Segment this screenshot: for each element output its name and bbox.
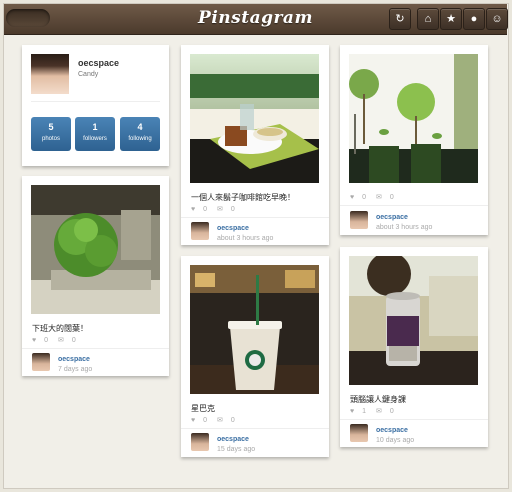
post-card[interactable]: 一個人來鬍子咖啡館吃早晚！ ♥ 0 ✉ 0 oecspace about 3 hou… bbox=[181, 45, 329, 245]
profile-card: oecspace Candy 5 photos 1 followers 4 fo… bbox=[22, 45, 169, 166]
post-time: about 3 hours ago bbox=[217, 235, 274, 242]
post-card[interactable]: 星巴克 ♥ 0 ✉ 0 oecspace 15 days ago bbox=[181, 256, 329, 457]
like-count: 0 bbox=[362, 194, 367, 201]
post-photo[interactable] bbox=[349, 54, 478, 183]
photos-label: photos bbox=[41, 136, 60, 142]
comment-icon[interactable]: ✉ bbox=[58, 337, 64, 344]
profile-display-name: Candy bbox=[78, 71, 99, 78]
avatar[interactable] bbox=[191, 433, 209, 451]
like-count: 0 bbox=[203, 206, 208, 213]
heart-icon[interactable]: ♥ bbox=[350, 408, 354, 415]
post-username[interactable]: oecspace bbox=[58, 356, 90, 363]
comment-count: 0 bbox=[230, 417, 235, 424]
like-count: 0 bbox=[44, 337, 49, 344]
post-photo[interactable] bbox=[190, 54, 319, 183]
post-username[interactable]: oecspace bbox=[217, 436, 249, 443]
user-icon[interactable]: ☺ bbox=[486, 8, 508, 30]
post-caption: 一個人來鬍子咖啡館吃早晚！ bbox=[191, 193, 295, 202]
comment-count: 0 bbox=[230, 206, 235, 213]
post-caption: 下班大的闊葉！ bbox=[32, 324, 88, 333]
post-username[interactable]: oecspace bbox=[376, 427, 408, 434]
post-time: 10 days ago bbox=[376, 437, 415, 444]
avatar[interactable] bbox=[350, 424, 368, 442]
heart-icon[interactable]: ♥ bbox=[32, 337, 36, 344]
avatar[interactable] bbox=[191, 222, 209, 240]
followers-count: 1 bbox=[92, 122, 98, 132]
comment-icon[interactable]: ✉ bbox=[217, 206, 223, 213]
like-count: 1 bbox=[362, 408, 367, 415]
pin-icon[interactable]: ● bbox=[463, 8, 485, 30]
post-photo[interactable] bbox=[349, 256, 478, 385]
followers-stat-button[interactable]: 1 followers bbox=[75, 117, 115, 151]
divider bbox=[181, 217, 329, 218]
refresh-icon[interactable]: ↻ bbox=[389, 8, 411, 30]
avatar[interactable] bbox=[32, 353, 50, 371]
heart-icon[interactable]: ♥ bbox=[191, 417, 195, 424]
divider bbox=[31, 101, 160, 102]
comment-icon[interactable]: ✉ bbox=[376, 408, 382, 415]
post-time: 15 days ago bbox=[217, 446, 256, 453]
comment-icon[interactable]: ✉ bbox=[376, 194, 382, 201]
following-stat-button[interactable]: 4 following bbox=[120, 117, 160, 151]
post-stats: ♥ 0 ✉ 0 bbox=[350, 193, 402, 201]
post-stats: ♥ 1 ✉ 0 bbox=[350, 407, 402, 415]
comment-count: 0 bbox=[389, 408, 394, 415]
divider bbox=[22, 348, 169, 349]
photos-count: 5 bbox=[48, 122, 54, 132]
top-navbar: Pinstagram ↻ ⌂ ★ ● ☺ bbox=[4, 4, 508, 35]
divider bbox=[340, 205, 488, 206]
divider bbox=[181, 428, 329, 429]
post-time: about 3 hours ago bbox=[376, 224, 433, 231]
comment-icon[interactable]: ✉ bbox=[217, 417, 223, 424]
star-icon[interactable]: ★ bbox=[440, 8, 462, 30]
post-stats: ♥ 0 ✉ 0 bbox=[32, 336, 84, 344]
avatar[interactable] bbox=[350, 211, 368, 229]
home-icon[interactable]: ⌂ bbox=[417, 8, 439, 30]
post-card[interactable]: ♥ 0 ✉ 0 oecspace about 3 hours ago bbox=[340, 45, 488, 235]
post-time: 7 days ago bbox=[58, 366, 93, 373]
following-count: 4 bbox=[137, 122, 143, 132]
post-stats: ♥ 0 ✉ 0 bbox=[191, 205, 243, 213]
post-stats: ♥ 0 ✉ 0 bbox=[191, 416, 243, 424]
heart-icon[interactable]: ♥ bbox=[350, 194, 354, 201]
profile-avatar[interactable] bbox=[31, 54, 69, 94]
post-caption: 頭腦讓人鍵身課 bbox=[350, 395, 406, 404]
profile-username[interactable]: oecspace bbox=[78, 58, 119, 68]
post-username[interactable]: oecspace bbox=[217, 225, 249, 232]
comment-count: 0 bbox=[71, 337, 76, 344]
heart-icon[interactable]: ♥ bbox=[191, 206, 195, 213]
post-username[interactable]: oecspace bbox=[376, 214, 408, 221]
post-photo[interactable] bbox=[190, 265, 319, 394]
post-caption: 星巴克 bbox=[191, 404, 215, 413]
post-card[interactable]: 下班大的闊葉！ ♥ 0 ✉ 0 oecspace 7 days ago bbox=[22, 176, 169, 376]
like-count: 0 bbox=[203, 417, 208, 424]
following-label: following bbox=[128, 136, 152, 142]
photos-stat-button[interactable]: 5 photos bbox=[31, 117, 71, 151]
comment-count: 0 bbox=[389, 194, 394, 201]
post-photo[interactable] bbox=[31, 185, 160, 314]
divider bbox=[340, 419, 488, 420]
followers-label: followers bbox=[83, 136, 107, 142]
post-card[interactable]: 頭腦讓人鍵身課 ♥ 1 ✉ 0 oecspace 10 days ago bbox=[340, 247, 488, 447]
